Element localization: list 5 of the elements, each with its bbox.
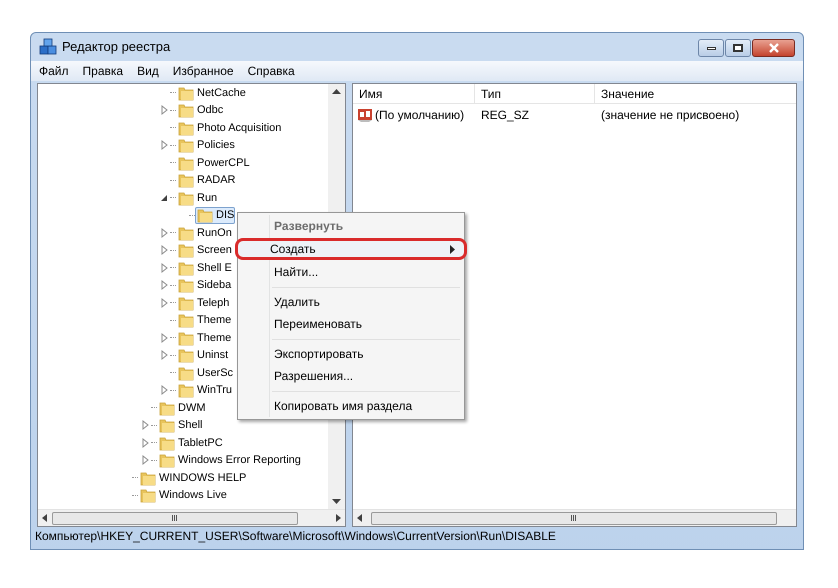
table-cell-text: (значение не присвоено) [600, 107, 740, 124]
status-bar-path: Компьютер\HKEY_CURRENT_USER\Software\Microsoft\Windows\CurrentVersion\Run\DISABLE [35, 528, 556, 545]
table-cell-text: REG_SZ [480, 107, 530, 124]
window-title: Редактор реестра [62, 38, 170, 56]
table-cell-text: (По умолчанию) [375, 107, 464, 124]
